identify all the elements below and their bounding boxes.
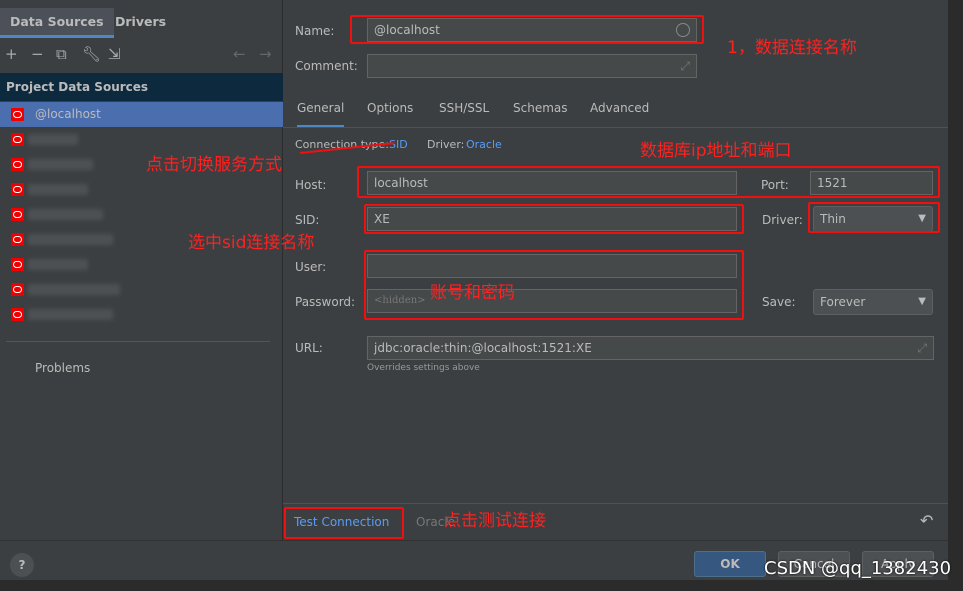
oracle-icon <box>11 183 24 196</box>
wrench-icon[interactable]: 🔧︎ <box>82 45 101 63</box>
list-item[interactable] <box>0 177 283 202</box>
url-input[interactable]: jdbc:oracle:thin:@localhost:1521:XE ⤢ <box>367 336 934 360</box>
list-item[interactable] <box>0 252 283 277</box>
driver-type-label: Driver: <box>762 213 803 227</box>
annotation-account: 账号和密码 <box>430 283 515 303</box>
annotation-box-driver <box>808 202 940 233</box>
problems-item[interactable]: Problems <box>35 361 90 375</box>
list-item[interactable] <box>0 302 283 327</box>
blurred-label <box>28 159 93 170</box>
watermark: CSDN @qq_1382430 <box>764 558 952 579</box>
host-label: Host: <box>295 178 327 192</box>
background-window <box>948 0 963 580</box>
annotation-sid: 选中sid连接名称 <box>188 233 315 253</box>
oracle-icon <box>11 283 24 296</box>
section-header: Project Data Sources <box>0 73 283 101</box>
list-item[interactable] <box>0 202 283 227</box>
remove-icon[interactable]: − <box>31 45 44 63</box>
list-item[interactable]: @localhost <box>0 102 283 127</box>
reset-icon[interactable]: ↶ <box>920 511 933 530</box>
annotation-box-host <box>357 166 940 198</box>
item-label: @localhost <box>35 107 101 121</box>
back-icon[interactable]: ← <box>233 45 246 63</box>
tab-advanced[interactable]: Advanced <box>590 100 649 116</box>
tab-general[interactable]: General <box>297 100 345 128</box>
divider <box>6 341 270 342</box>
annotation-host: 数据库ip地址和端口 <box>640 141 792 161</box>
add-icon[interactable]: + <box>5 45 18 63</box>
chevron-down-icon: ▼ <box>918 296 926 307</box>
password-label: Password: <box>295 295 356 309</box>
annotation-test: 点击测试连接 <box>444 511 546 531</box>
blurred-label <box>28 184 88 195</box>
tab-schemas[interactable]: Schemas <box>513 100 568 116</box>
blurred-label <box>28 234 113 245</box>
save-select[interactable]: Forever ▼ <box>813 289 933 315</box>
annotation-box-test <box>284 507 404 539</box>
driver-link[interactable]: Oracle <box>466 138 502 151</box>
tab-ssh-ssl[interactable]: SSH/SSL <box>439 100 489 116</box>
help-icon[interactable]: ? <box>10 553 34 577</box>
blurred-label <box>28 259 88 270</box>
comment-label: Comment: <box>295 59 358 73</box>
import-icon[interactable]: ⇲ <box>108 45 121 63</box>
annotation-switch: 点击切换服务方式 <box>146 155 282 175</box>
save-value: Forever <box>820 295 866 309</box>
comment-input[interactable]: ⤢ <box>367 54 697 78</box>
driver-label: Driver: <box>427 138 465 151</box>
tab-drivers[interactable]: Drivers <box>105 8 176 38</box>
data-sources-panel: Data Sources Drivers + − ⧉ 🔧︎ ⇲ ← → Proj… <box>0 0 283 540</box>
expand-icon[interactable]: ⤢ <box>680 55 690 77</box>
oracle-icon <box>11 158 24 171</box>
divider <box>283 503 948 504</box>
blurred-label <box>28 209 103 220</box>
oracle-icon <box>11 258 24 271</box>
background-strip <box>0 580 963 591</box>
annotation-box-sid <box>364 204 744 234</box>
list-item[interactable] <box>0 277 283 302</box>
save-label: Save: <box>762 295 796 309</box>
conn-type-link[interactable]: SID <box>389 138 408 151</box>
duplicate-icon[interactable]: ⧉ <box>56 45 67 63</box>
divider <box>283 127 948 128</box>
oracle-icon <box>11 108 24 121</box>
list-item[interactable] <box>0 127 283 152</box>
name-label: Name: <box>295 24 335 38</box>
expand-icon[interactable]: ⤢ <box>917 337 927 359</box>
user-label: User: <box>295 260 327 274</box>
tab-data-sources[interactable]: Data Sources <box>0 8 114 38</box>
forward-icon[interactable]: → <box>259 45 272 63</box>
oracle-icon <box>11 133 24 146</box>
url-label: URL: <box>295 341 323 355</box>
blurred-label <box>28 134 78 145</box>
url-value: jdbc:oracle:thin:@localhost:1521:XE <box>374 341 592 355</box>
annotation-box-name <box>350 15 704 44</box>
blurred-label <box>28 284 120 295</box>
oracle-icon <box>11 233 24 246</box>
blurred-label <box>28 309 113 320</box>
url-hint: Overrides settings above <box>367 363 480 373</box>
annotation-box-account <box>364 250 744 320</box>
oracle-icon <box>11 308 24 321</box>
tab-options[interactable]: Options <box>367 100 413 116</box>
ok-button[interactable]: OK <box>694 551 766 577</box>
annotation-name: 1，数据连接名称 <box>727 38 857 58</box>
sid-label: SID: <box>295 213 320 227</box>
oracle-icon <box>11 208 24 221</box>
